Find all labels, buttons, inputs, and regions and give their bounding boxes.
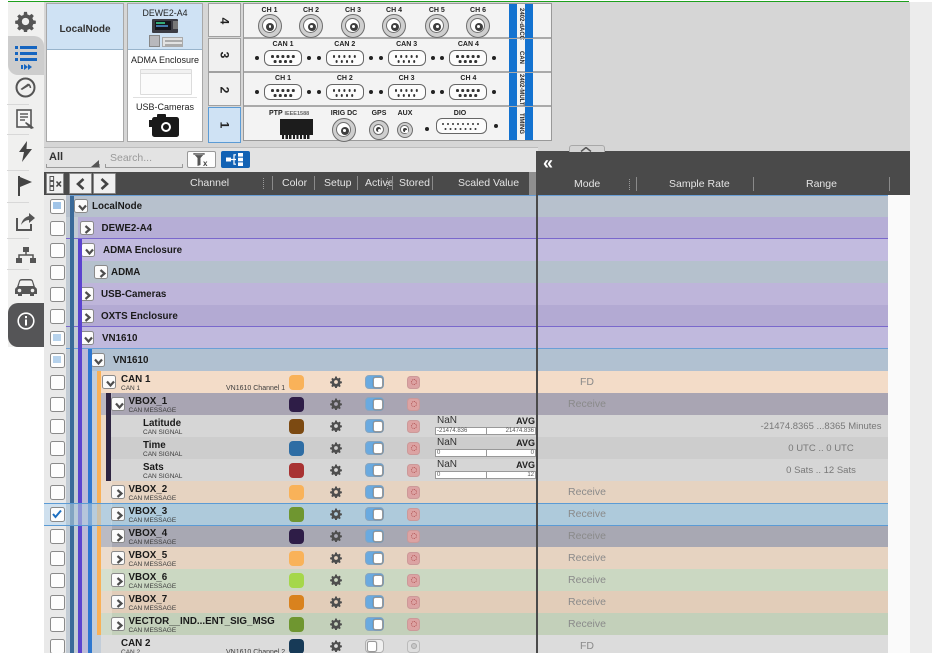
svg-text:x: x — [203, 159, 208, 167]
